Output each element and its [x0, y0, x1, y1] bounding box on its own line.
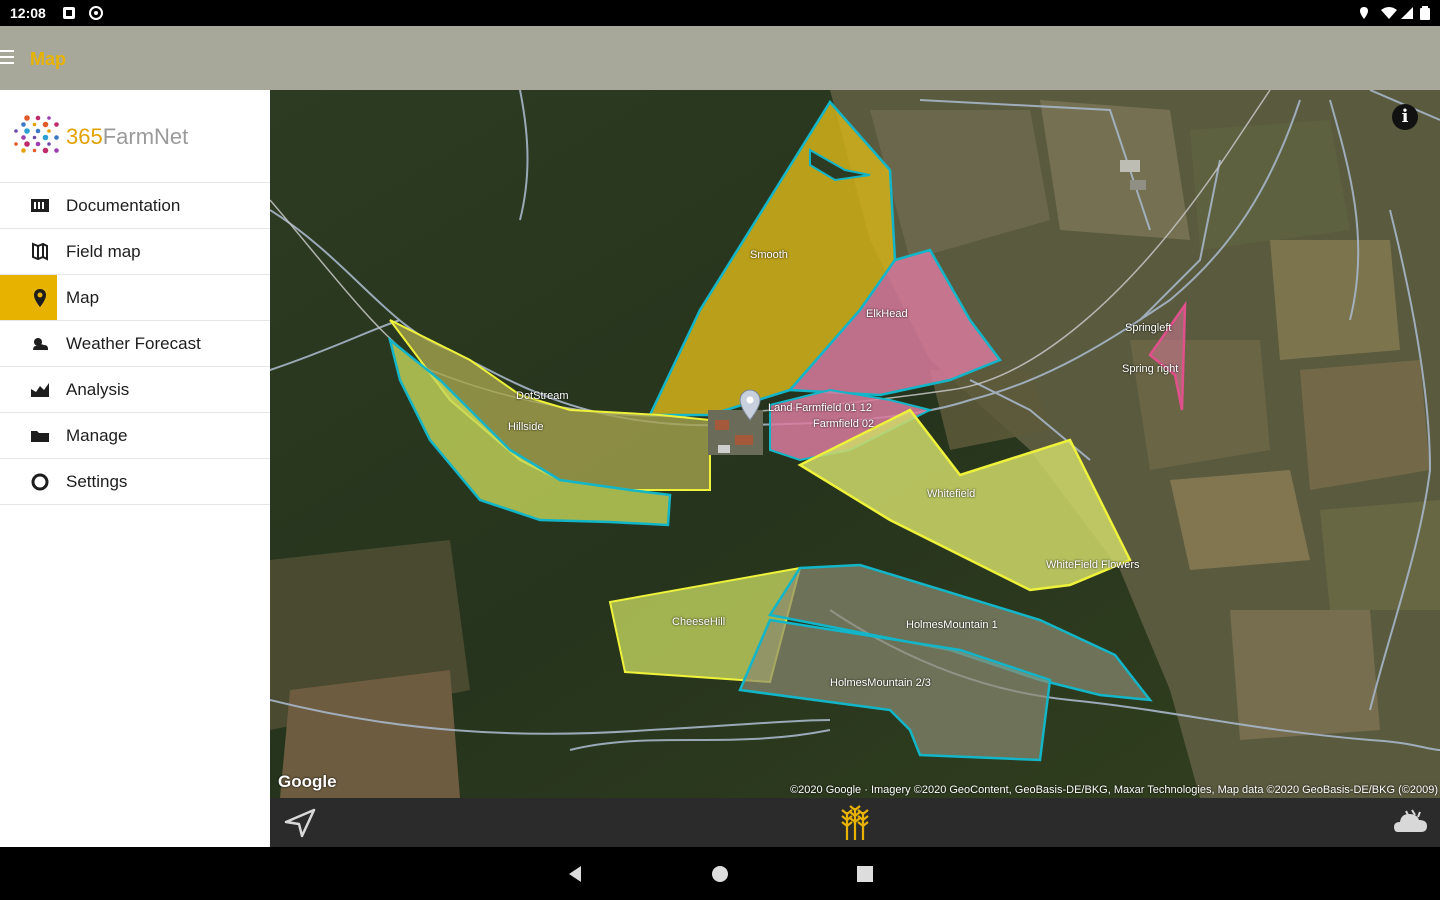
field-label-holmesmountain-1: HolmesMountain 1 — [906, 619, 998, 631]
app-bar-title: Map — [30, 49, 66, 69]
settings-circle-icon — [89, 6, 103, 20]
drawer-item-documentation[interactable]: Documentation — [0, 182, 270, 228]
manage-icon — [31, 431, 49, 442]
field-label-elkhead: ElkHead — [866, 308, 908, 320]
analysis-icon — [31, 383, 49, 397]
field-label-smooth: Smooth — [750, 249, 788, 261]
field-label-whitefield: Whitefield — [927, 488, 976, 500]
google-logo: Google — [278, 772, 337, 791]
back-icon[interactable] — [565, 864, 585, 884]
logo-prefix: 365 — [66, 124, 103, 149]
field-label-springright: Spring right — [1122, 363, 1179, 375]
app-bar: Map — [0, 26, 1440, 90]
notification-square-icon — [63, 7, 75, 19]
field-label-whitefield-flowers: WhiteField Flowers — [1046, 559, 1140, 571]
drawer-item-map[interactable]: Map — [0, 274, 270, 320]
drawer-item-weather-forecast[interactable]: Weather Forecast — [0, 320, 270, 366]
location-icon — [1360, 7, 1368, 19]
map-attribution: ©2020 Google · Imagery ©2020 GeoContent,… — [790, 784, 1438, 796]
drawer-item-label: Settings — [66, 472, 128, 491]
drawer-item-field-map[interactable]: Field map — [0, 228, 270, 274]
drawer-item-label: Manage — [66, 426, 128, 445]
drawer-item-label: Documentation — [66, 196, 181, 215]
status-time: 12:08 — [10, 5, 46, 21]
field-label-dotstream: DotStream — [516, 390, 569, 402]
map-pin-icon — [34, 289, 46, 307]
map-view[interactable]: Smooth ElkHead Springleft Spring right D… — [270, 90, 1440, 798]
farmnet-logo: 365FarmNet — [12, 110, 262, 160]
documentation-icon — [31, 199, 49, 212]
field-label-springleft: Springleft — [1125, 322, 1172, 334]
map-bottom-toolbar — [270, 798, 1440, 847]
logo-suffix: FarmNet — [102, 124, 189, 149]
weather-cloud-icon[interactable] — [1392, 806, 1430, 840]
satellite-map[interactable] — [270, 90, 1440, 798]
drawer-item-manage[interactable]: Manage — [0, 412, 270, 458]
field-label-farmfield-2: Farmfield 02 — [813, 418, 875, 430]
info-button[interactable]: i — [1392, 104, 1418, 130]
farm-buildings — [708, 410, 763, 455]
drawer-item-label: Weather Forecast — [66, 334, 201, 353]
battery-icon — [1420, 6, 1430, 20]
weather-icon — [33, 338, 48, 350]
settings-icon — [31, 473, 49, 491]
drawer-item-label: Map — [66, 288, 100, 307]
field-label-cheesehill: CheeseHill — [672, 616, 726, 628]
crop-icon[interactable] — [838, 804, 872, 842]
navigation-arrow-icon[interactable] — [284, 808, 316, 838]
recents-icon[interactable] — [855, 864, 875, 884]
drawer-menu: Documentation Field map Map Weather Fore… — [0, 182, 270, 505]
drawer-item-label: Analysis — [66, 380, 130, 399]
field-map-icon — [32, 242, 48, 261]
drawer-item-settings[interactable]: Settings — [0, 458, 270, 505]
wifi-icon — [1381, 7, 1397, 19]
signal-icon — [1401, 7, 1413, 19]
drawer-item-analysis[interactable]: Analysis — [0, 366, 270, 412]
hamburger-menu-icon[interactable] — [0, 50, 14, 66]
farmnet-logo-icon — [14, 115, 59, 154]
status-bar: 12:08 — [0, 0, 1440, 26]
navigation-drawer: 365FarmNet Documentation Field map Map W… — [0, 90, 270, 847]
field-label-hillside: Hillside — [508, 421, 544, 433]
field-label-holmesmountain-2-3: HolmesMountain 2/3 — [830, 677, 931, 689]
field-label-farmfield-1: Land Farmfield 01 12 — [768, 402, 872, 414]
system-navigation-bar — [0, 847, 1440, 900]
drawer-item-label: Field map — [66, 242, 141, 261]
home-icon[interactable] — [710, 864, 730, 884]
